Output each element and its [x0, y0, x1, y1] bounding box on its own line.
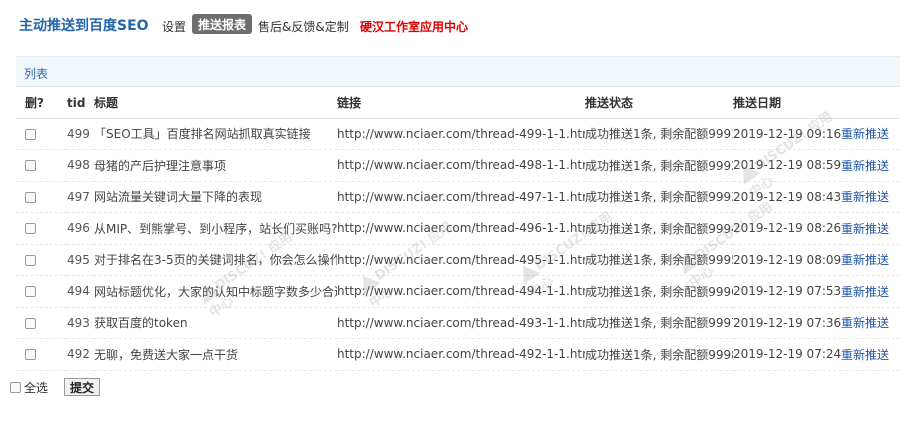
- row-link: http://www.nciaer.com/thread-496-1-1.htm…: [337, 212, 585, 245]
- table-row: 492 无聊，免费送大家一点干货 http://www.nciaer.com/t…: [16, 338, 900, 371]
- row-title: 网站流量关键词大量下降的表现: [94, 181, 337, 213]
- row-tid: 493: [67, 307, 94, 339]
- row-tid: 497: [67, 181, 94, 213]
- nav-settings-link[interactable]: 设置: [162, 18, 186, 35]
- plugin-title: 主动推送到百度SEO: [19, 18, 149, 34]
- select-all-control[interactable]: 全选: [10, 379, 48, 396]
- submit-button[interactable]: 提交: [64, 378, 101, 396]
- row-status: 成功推送1条, 剩余配额9997: [585, 307, 733, 339]
- table-footer: 全选 提交: [10, 376, 101, 398]
- row-date: 2019-12-19 08:43: [733, 181, 841, 213]
- row-link: http://www.nciaer.com/thread-498-1-1.htm…: [337, 149, 585, 182]
- row-status: 成功推送1条, 剩余配额9993: [585, 181, 733, 213]
- row-title: 对于排名在3-5页的关键词排名，你会怎么操作: [94, 244, 337, 276]
- repush-link[interactable]: 重新推送: [841, 348, 889, 362]
- row-title: 从MIP、到熊掌号、到小程序，站长们买账吗?: [94, 212, 337, 245]
- list-panel: 列表 删? tid 标题 链接 推送状态 推送日期 499 「SEO工具」百度排…: [16, 56, 900, 440]
- row-title: 网站标题优化，大家的认知中标题字数多少合适?: [94, 275, 337, 308]
- table-row: 497 网站流量关键词大量下降的表现 http://www.nciaer.com…: [16, 181, 900, 213]
- repush-link[interactable]: 重新推送: [841, 222, 889, 236]
- top-navigation: 主动推送到百度SEO 设置 推送报表 售后&反馈&定制 硬汉工作室应用中心: [0, 0, 910, 44]
- table-row: 495 对于排名在3-5页的关键词排名，你会怎么操作 http://www.nc…: [16, 244, 900, 276]
- row-link: http://www.nciaer.com/thread-497-1-1.htm…: [337, 181, 585, 213]
- row-title: 获取百度的token: [94, 307, 337, 339]
- row-tid: 492: [67, 338, 94, 371]
- row-delete-checkbox[interactable]: [25, 223, 36, 235]
- row-link: http://www.nciaer.com/thread-495-1-1.htm…: [337, 244, 585, 276]
- nav-push-report-tab[interactable]: 推送报表: [192, 14, 253, 34]
- row-title: 无聊，免费送大家一点干货: [94, 338, 337, 371]
- row-tid: 499: [67, 118, 94, 150]
- row-link: http://www.nciaer.com/thread-494-1-1.htm…: [337, 275, 585, 308]
- table-row: 493 获取百度的token http://www.nciaer.com/thr…: [16, 307, 900, 339]
- table-header-row: 删? tid 标题 链接 推送状态 推送日期: [16, 88, 900, 119]
- row-date: 2019-12-19 08:59: [733, 149, 841, 182]
- row-title: 母猪的产后护理注意事项: [94, 149, 337, 182]
- row-date: 2019-12-19 07:24: [733, 338, 841, 371]
- header-delete: 删?: [16, 88, 67, 119]
- row-status: 成功推送1条, 剩余配额9991: [585, 118, 733, 150]
- row-delete-checkbox[interactable]: [25, 160, 36, 172]
- repush-link[interactable]: 重新推送: [841, 253, 889, 267]
- row-tid: 496: [67, 212, 94, 245]
- push-report-table: 删? tid 标题 链接 推送状态 推送日期 499 「SEO工具」百度排名网站…: [16, 88, 900, 371]
- row-date: 2019-12-19 07:36: [733, 307, 841, 339]
- row-delete-checkbox[interactable]: [25, 317, 36, 329]
- row-date: 2019-12-19 08:26: [733, 212, 841, 245]
- row-tid: 494: [67, 275, 94, 308]
- row-tid: 498: [67, 149, 94, 182]
- select-all-label: 全选: [24, 380, 49, 395]
- header-action: [841, 88, 900, 119]
- header-date: 推送日期: [733, 88, 841, 119]
- repush-link[interactable]: 重新推送: [841, 285, 889, 299]
- row-link: http://www.nciaer.com/thread-493-1-1.htm…: [337, 307, 585, 339]
- row-delete-checkbox[interactable]: [25, 349, 36, 361]
- row-status: 成功推送1条, 剩余配额9992: [585, 149, 733, 182]
- table-row: 498 母猪的产后护理注意事项 http://www.nciaer.com/th…: [16, 149, 900, 182]
- row-link: http://www.nciaer.com/thread-492-1-1.htm…: [337, 338, 585, 371]
- repush-link[interactable]: 重新推送: [841, 316, 889, 330]
- row-status: 成功推送1条, 剩余配额9995: [585, 244, 733, 276]
- row-date: 2019-12-19 08:09: [733, 244, 841, 276]
- row-date: 2019-12-19 07:53: [733, 275, 841, 308]
- row-status: 成功推送1条, 剩余配额9998: [585, 338, 733, 371]
- row-delete-checkbox[interactable]: [25, 128, 36, 140]
- row-delete-checkbox[interactable]: [25, 286, 36, 298]
- row-title: 「SEO工具」百度排名网站抓取真实链接: [94, 118, 337, 150]
- nav-after-sales-link[interactable]: 售后&反馈&定制: [258, 18, 349, 35]
- table-row: 496 从MIP、到熊掌号、到小程序，站长们买账吗? http://www.nc…: [16, 212, 900, 245]
- header-tid: tid: [67, 88, 94, 119]
- header-title: 标题: [94, 88, 337, 119]
- row-status: 成功推送1条, 剩余配额9994: [585, 212, 733, 245]
- header-status: 推送状态: [585, 88, 733, 119]
- row-delete-checkbox[interactable]: [25, 191, 36, 203]
- table-row: 494 网站标题优化，大家的认知中标题字数多少合适? http://www.nc…: [16, 275, 900, 308]
- row-delete-checkbox[interactable]: [25, 254, 36, 266]
- row-tid: 495: [67, 244, 94, 276]
- row-link: http://www.nciaer.com/thread-499-1-1.htm…: [337, 118, 585, 150]
- row-date: 2019-12-19 09:16: [733, 118, 841, 150]
- repush-link[interactable]: 重新推送: [841, 190, 889, 204]
- panel-title: 列表: [24, 67, 49, 81]
- repush-link[interactable]: 重新推送: [841, 127, 889, 141]
- header-link: 链接: [337, 88, 585, 119]
- row-status: 成功推送1条, 剩余配额9996: [585, 275, 733, 308]
- table-row: 499 「SEO工具」百度排名网站抓取真实链接 http://www.nciae…: [16, 118, 900, 150]
- repush-link[interactable]: 重新推送: [841, 159, 889, 173]
- panel-header: 列表: [16, 57, 900, 87]
- select-all-checkbox[interactable]: [10, 381, 21, 393]
- nav-app-center-link[interactable]: 硬汉工作室应用中心: [360, 18, 468, 35]
